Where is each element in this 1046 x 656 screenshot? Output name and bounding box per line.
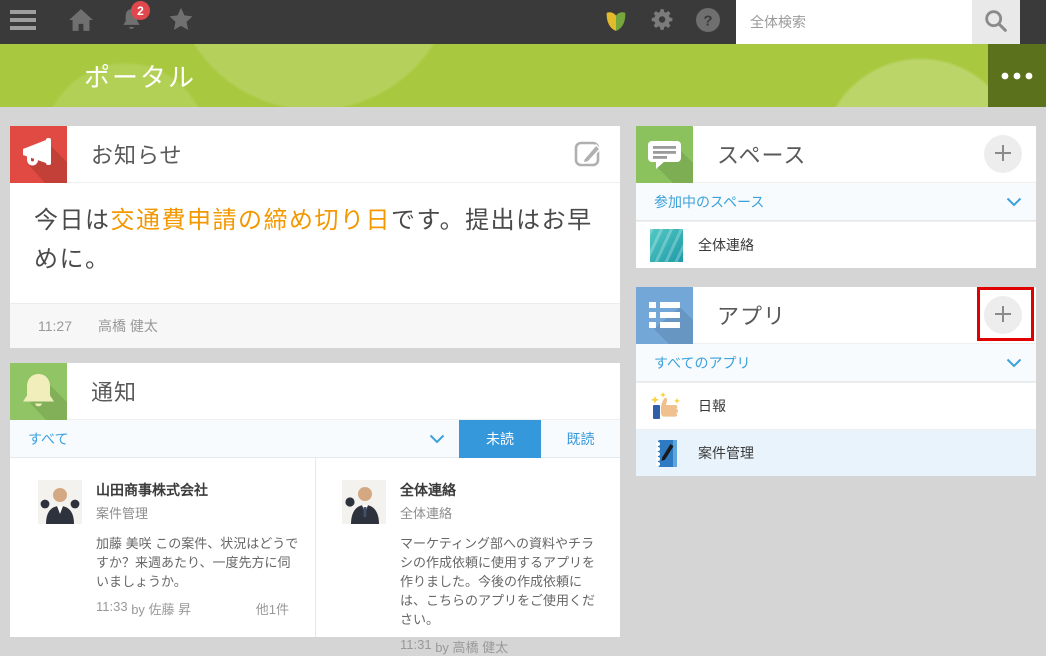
question-mark-icon: ?	[695, 7, 721, 38]
notifications-filter-bar: すべて 未読 既読	[10, 420, 620, 458]
notifications-title: 通知	[91, 375, 620, 407]
plus-icon	[994, 305, 1012, 326]
edit-icon	[572, 137, 604, 172]
chevron-down-icon	[1006, 358, 1022, 368]
app-item[interactable]: 案件管理	[636, 429, 1036, 476]
search-icon	[982, 7, 1010, 38]
notifications-filter-select[interactable]: すべて	[10, 420, 459, 457]
help-button[interactable]: ?	[690, 0, 726, 44]
settings-button[interactable]	[644, 0, 680, 44]
hamburger-icon	[10, 9, 36, 36]
gear-icon	[650, 7, 675, 37]
chevron-down-icon	[429, 434, 445, 444]
getting-started-button[interactable]	[598, 0, 634, 44]
notification-card-time: 11:33	[96, 599, 128, 618]
spaces-filter-bar: 参加中のスペース	[636, 183, 1036, 221]
notification-card[interactable]: 山田商事株式会社 案件管理 加藤 美咲 この案件、状況はどうですか？来週あたり、…	[10, 458, 315, 637]
notification-count-badge: 2	[131, 1, 150, 20]
notification-card-time: 11:31	[400, 637, 432, 656]
apps-filter-bar: すべてのアプリ	[636, 344, 1036, 382]
notification-card-title: 全体連絡	[400, 480, 604, 500]
apps-title: アプリ	[717, 299, 984, 331]
home-button[interactable]	[56, 0, 106, 44]
edit-announcement-button[interactable]	[572, 137, 604, 172]
avatar	[342, 480, 386, 524]
app-item[interactable]: 日報	[636, 382, 1036, 429]
notifications-filter-label: すべて	[28, 429, 429, 449]
app-item-label: 案件管理	[698, 443, 754, 463]
announcement-highlight: 交通費申請の締め切り日	[111, 207, 392, 234]
plus-icon	[994, 144, 1012, 165]
announcement-title: お知らせ	[91, 138, 572, 170]
svg-text:?: ?	[703, 12, 712, 29]
topbar: 2 ?	[0, 0, 1046, 44]
star-icon	[168, 7, 194, 37]
apps-panel-header: アプリ	[636, 287, 1036, 344]
notification-card-footer: 11:33 by 佐藤 昇 他1件	[96, 599, 299, 618]
megaphone-icon	[10, 126, 67, 183]
app-item-label: 日報	[698, 396, 726, 416]
notification-card-subtitle: 案件管理	[96, 503, 299, 522]
favorites-button[interactable]	[156, 0, 206, 44]
space-item-label: 全体連絡	[698, 235, 754, 255]
thumbs-up-app-icon	[650, 390, 683, 423]
notification-card-content: 全体連絡 全体連絡 マーケティング部への資料やチラシの作成依頼に使用するアプリを…	[400, 480, 604, 637]
add-space-button[interactable]	[984, 135, 1022, 173]
notifications-button[interactable]: 2	[106, 0, 156, 44]
apps-panel: アプリ すべてのアプリ 日報	[636, 287, 1036, 476]
hamburger-menu-button[interactable]	[0, 0, 46, 44]
spaces-filter-select[interactable]: 参加中のスペース	[636, 183, 1036, 220]
unread-tab-button[interactable]: 未読	[459, 420, 541, 458]
spaces-panel-header: スペース	[636, 126, 1036, 183]
notification-card-footer: 11:31 by 高橋 健太	[400, 637, 604, 656]
announcement-body: 今日は交通費申請の締め切り日です。提出はお早めに。	[10, 183, 620, 279]
announcement-footer: 11:27 高橋 健太	[10, 303, 620, 348]
space-thumbnail	[650, 229, 683, 262]
apps-filter-label: すべてのアプリ	[654, 353, 1006, 373]
notifications-panel-header: 通知	[10, 363, 620, 420]
speech-bubble-icon	[636, 126, 693, 183]
app-list-icon	[636, 287, 693, 344]
notification-card-title: 山田商事株式会社	[96, 480, 299, 500]
notification-card-subtitle: 全体連絡	[400, 503, 604, 522]
add-app-button[interactable]	[984, 296, 1022, 334]
announcement-panel-header: お知らせ	[10, 126, 620, 183]
spaces-panel: スペース 参加中のスペース 全体連絡	[636, 126, 1036, 268]
notification-card-author: by 佐藤 昇	[131, 599, 191, 618]
search-submit-button[interactable]	[972, 0, 1020, 44]
notification-card-body: 加藤 美咲 この案件、状況はどうですか？来週あたり、一度先方に伺いましょうか。	[96, 534, 299, 591]
announcement-author: 高橋 健太	[98, 316, 158, 336]
space-item[interactable]: 全体連絡	[636, 221, 1036, 268]
announcement-time: 11:27	[38, 318, 72, 334]
notification-card[interactable]: 全体連絡 全体連絡 マーケティング部への資料やチラシの作成依頼に使用するアプリを…	[315, 458, 620, 637]
notification-card-content: 山田商事株式会社 案件管理 加藤 美咲 この案件、状況はどうですか？来週あたり、…	[96, 480, 299, 637]
notifications-panel: 通知 すべて 未読 既読 山田商事株式会社 案件管理 加藤 美咲 この案件、状況…	[10, 363, 620, 637]
notification-cards: 山田商事株式会社 案件管理 加藤 美咲 この案件、状況はどうですか？来週あたり、…	[10, 458, 620, 637]
bell-panel-icon	[10, 363, 67, 420]
chevron-down-icon	[1006, 197, 1022, 207]
ellipsis-icon	[1001, 68, 1033, 83]
page-title: ポータル	[84, 57, 196, 94]
portal-options-button[interactable]	[988, 44, 1046, 107]
global-search-input[interactable]	[736, 0, 972, 44]
notification-card-author: by 高橋 健太	[435, 637, 508, 656]
notification-card-body: マーケティング部への資料やチラシの作成依頼に使用するアプリを作りました。今後の作…	[400, 534, 604, 629]
spaces-filter-label: 参加中のスペース	[654, 192, 1006, 212]
home-icon	[68, 8, 94, 37]
announcement-panel: お知らせ 今日は交通費申請の締め切り日です。提出はお早めに。 11:27 高橋 …	[10, 126, 620, 348]
avatar	[38, 480, 82, 524]
notification-card-more-count: 他1件	[256, 599, 299, 618]
notebook-app-icon	[650, 437, 683, 470]
announcement-text: 今日は	[34, 207, 111, 234]
spaces-title: スペース	[717, 138, 984, 170]
portal-header: ポータル	[0, 44, 1046, 107]
apps-filter-select[interactable]: すべてのアプリ	[636, 344, 1036, 381]
beginner-mark-icon	[603, 7, 629, 38]
read-tab-button[interactable]: 既読	[541, 420, 620, 458]
